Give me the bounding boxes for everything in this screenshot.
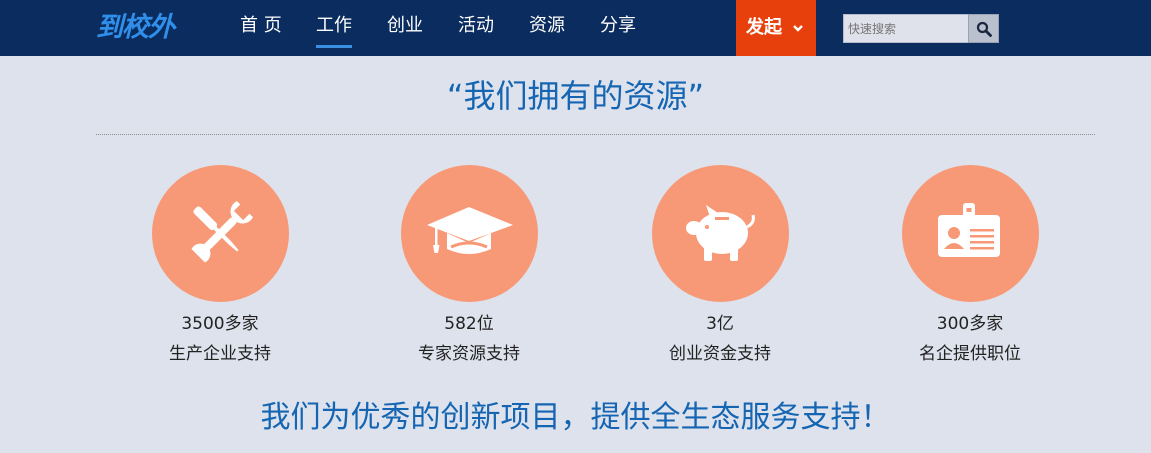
resource-circle xyxy=(651,165,789,302)
graduation-cap-icon xyxy=(426,207,513,254)
resource-desc: 生产企业支持 xyxy=(169,344,271,364)
launch-button-label: 发起 xyxy=(746,17,782,38)
resource-desc: 名企提供职位 xyxy=(919,344,1021,364)
resource-item-factories: 3500多家 生产企业支持 xyxy=(95,165,345,366)
search-button[interactable] xyxy=(968,14,999,43)
resource-count: 3亿 xyxy=(706,314,734,334)
divider xyxy=(96,134,1095,135)
id-card-icon xyxy=(937,203,1000,257)
nav-startup[interactable]: 创业 xyxy=(387,0,423,56)
resource-desc: 专家资源支持 xyxy=(418,344,520,364)
top-navbar: 到校外 首 页 工作 创业 活动 资源 分享 发起 xyxy=(0,0,1151,56)
piggy-bank-icon xyxy=(685,205,755,261)
resource-item-experts: 582位 专家资源支持 xyxy=(344,165,594,366)
resource-item-jobs: 300多家 名企提供职位 xyxy=(845,165,1095,366)
nav-activity[interactable]: 活动 xyxy=(458,0,494,56)
resource-count: 3500多家 xyxy=(181,314,259,334)
resource-count: 300多家 xyxy=(936,314,1004,334)
resource-item-funding: 3亿 创业资金支持 xyxy=(595,165,845,366)
nav-home[interactable]: 首 页 xyxy=(240,0,282,56)
resource-desc: 创业资金支持 xyxy=(669,344,771,364)
tools-icon xyxy=(191,200,253,263)
search-input[interactable] xyxy=(843,14,969,43)
nav-share[interactable]: 分享 xyxy=(600,0,636,56)
nav-resources[interactable]: 资源 xyxy=(529,0,565,56)
nav-work[interactable]: 工作 xyxy=(316,0,352,56)
page-title: “我们拥有的资源” xyxy=(446,77,705,115)
resource-count: 582位 xyxy=(444,314,494,334)
search-icon xyxy=(976,21,992,37)
launch-button[interactable]: 发起 xyxy=(736,0,816,56)
resource-circle xyxy=(151,165,289,302)
resource-circle xyxy=(400,165,538,302)
resource-circle xyxy=(901,165,1039,302)
tagline: 我们为优秀的创新项目，提供全生态服务支持！ xyxy=(260,400,891,435)
chevron-down-icon xyxy=(793,25,803,32)
site-logo[interactable]: 到校外 xyxy=(96,12,175,44)
